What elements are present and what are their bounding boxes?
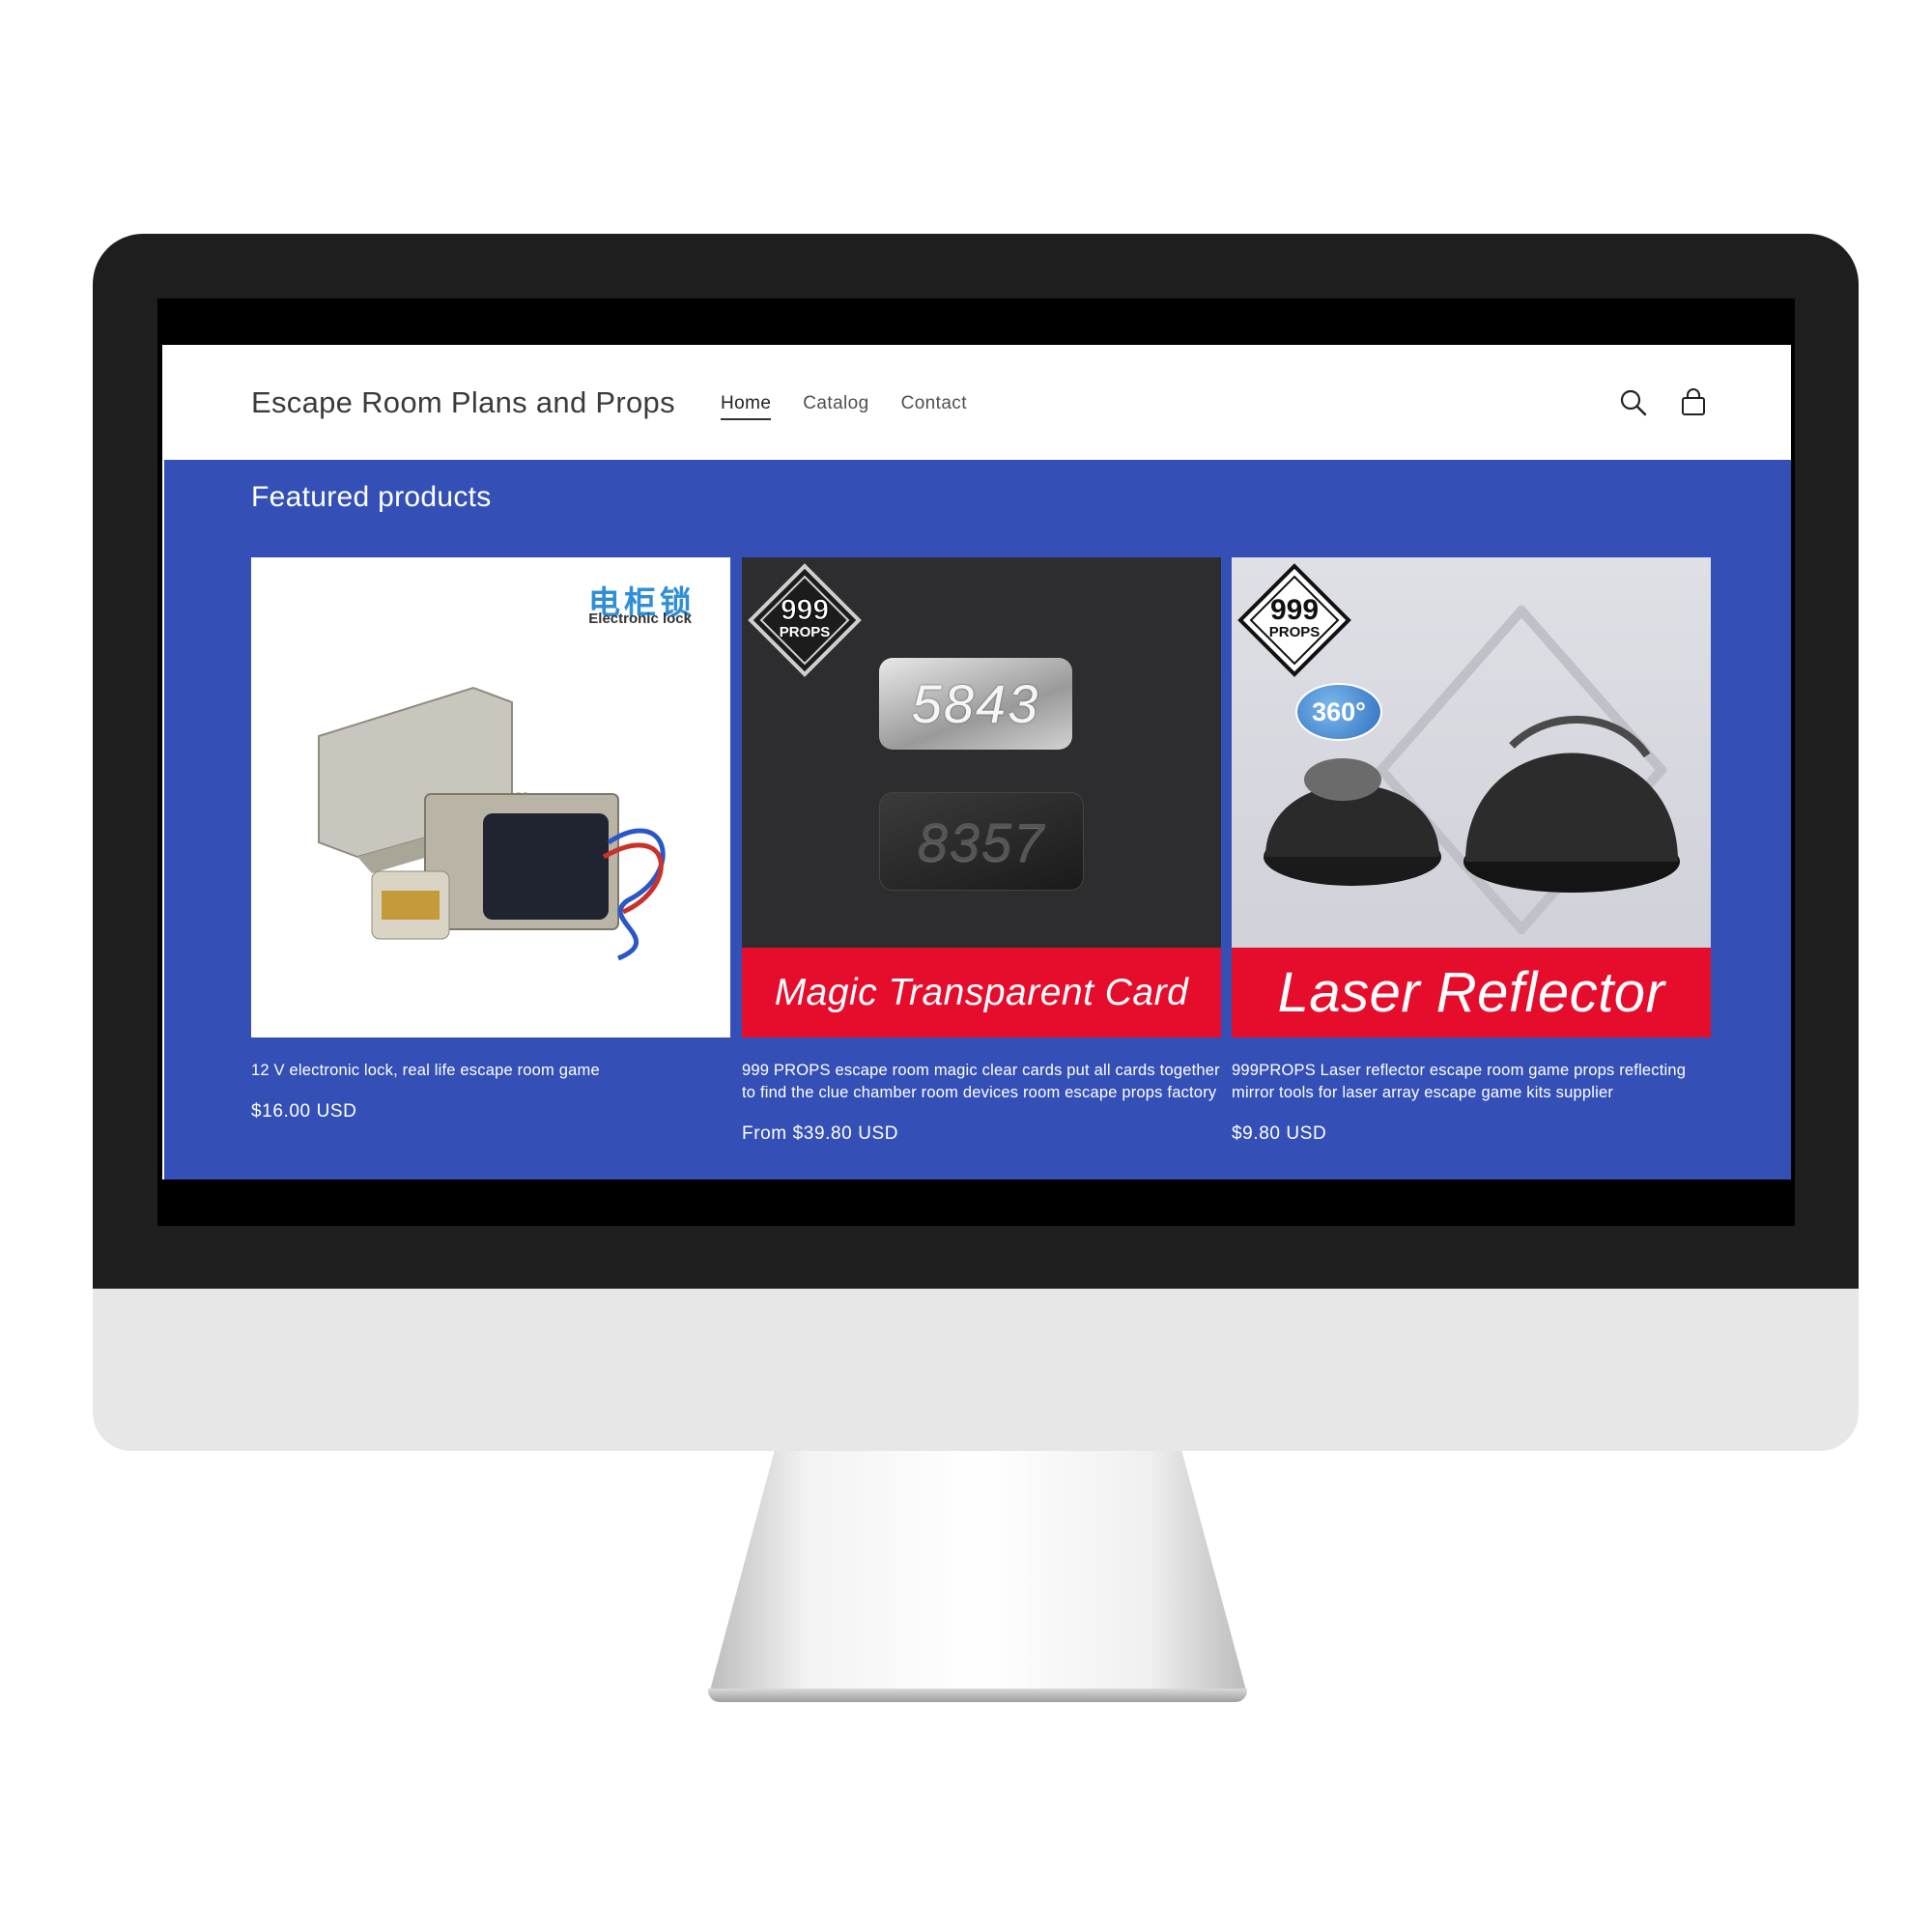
monitor-screen: Escape Room Plans and Props Home Catalog… <box>157 298 1795 1226</box>
product-price: $16.00 USD <box>251 1101 357 1122</box>
image-english-label: Electronic lock <box>588 611 692 627</box>
reflector-dome-left <box>1264 758 1441 886</box>
svg-text:999: 999 <box>781 594 829 626</box>
search-icon[interactable] <box>1618 387 1649 418</box>
product-price: $9.80 USD <box>1232 1123 1327 1144</box>
storefront-page: Escape Room Plans and Props Home Catalog… <box>162 345 1791 1179</box>
featured-products-section: Featured products 电柜锁 Electronic lock St… <box>164 460 1791 1179</box>
999props-logo-icon: 999 PROPS <box>748 563 862 677</box>
clear-card-image: 5843 <box>879 658 1072 750</box>
section-title: Featured products <box>251 481 492 513</box>
dark-card-image: 8357 <box>879 792 1084 891</box>
image-banner: Magic Transparent Card <box>742 948 1221 1037</box>
svg-text:PROPS: PROPS <box>1269 624 1321 640</box>
nav-home[interactable]: Home <box>721 393 772 420</box>
reflector-dome-right <box>1463 715 1680 893</box>
image-banner: Laser Reflector <box>1232 948 1711 1037</box>
product-card-electronic-lock: 电柜锁 Electronic lock Store No.1236089 <box>251 557 730 1122</box>
999props-logo-icon: 999 PROPS <box>1237 563 1351 677</box>
monitor-stand-neck <box>710 1451 1246 1690</box>
product-image-electronic-lock[interactable]: 电柜锁 Electronic lock Store No.1236089 <box>251 557 730 1037</box>
svg-text:PROPS: PROPS <box>780 624 831 640</box>
product-price: From $39.80 USD <box>742 1123 899 1144</box>
main-nav: Home Catalog Contact <box>721 393 967 420</box>
monitor-stand-foot <box>708 1689 1247 1702</box>
cart-icon[interactable] <box>1678 387 1709 418</box>
lock-illustration <box>318 686 666 961</box>
product-image-transparent-card[interactable]: 999 PROPS 5843 8357 Magic Transparent Ca… <box>742 557 1221 1037</box>
nav-contact[interactable]: Contact <box>901 393 967 420</box>
product-card-transparent-card: 999 PROPS 5843 8357 Magic Transparent Ca… <box>742 557 1221 1145</box>
site-header: Escape Room Plans and Props Home Catalog… <box>162 345 1791 460</box>
product-title-link[interactable]: 999PROPS Laser reflector escape room gam… <box>1232 1060 1711 1104</box>
monitor-chin <box>93 1289 1859 1451</box>
product-title-link[interactable]: 12 V electronic lock, real life escape r… <box>251 1060 730 1082</box>
nav-catalog[interactable]: Catalog <box>803 393 868 420</box>
header-icons <box>1618 387 1709 418</box>
svg-text:999: 999 <box>1270 594 1319 626</box>
site-logo-link[interactable]: Escape Room Plans and Props <box>251 385 675 420</box>
product-title-link[interactable]: 999 PROPS escape room magic clear cards … <box>742 1060 1221 1104</box>
product-image-laser-reflector[interactable]: 999 PROPS 360° Laser Reflector <box>1232 557 1711 1037</box>
product-card-laser-reflector: 999 PROPS 360° Laser Reflector 999PROPS … <box>1232 557 1711 1145</box>
